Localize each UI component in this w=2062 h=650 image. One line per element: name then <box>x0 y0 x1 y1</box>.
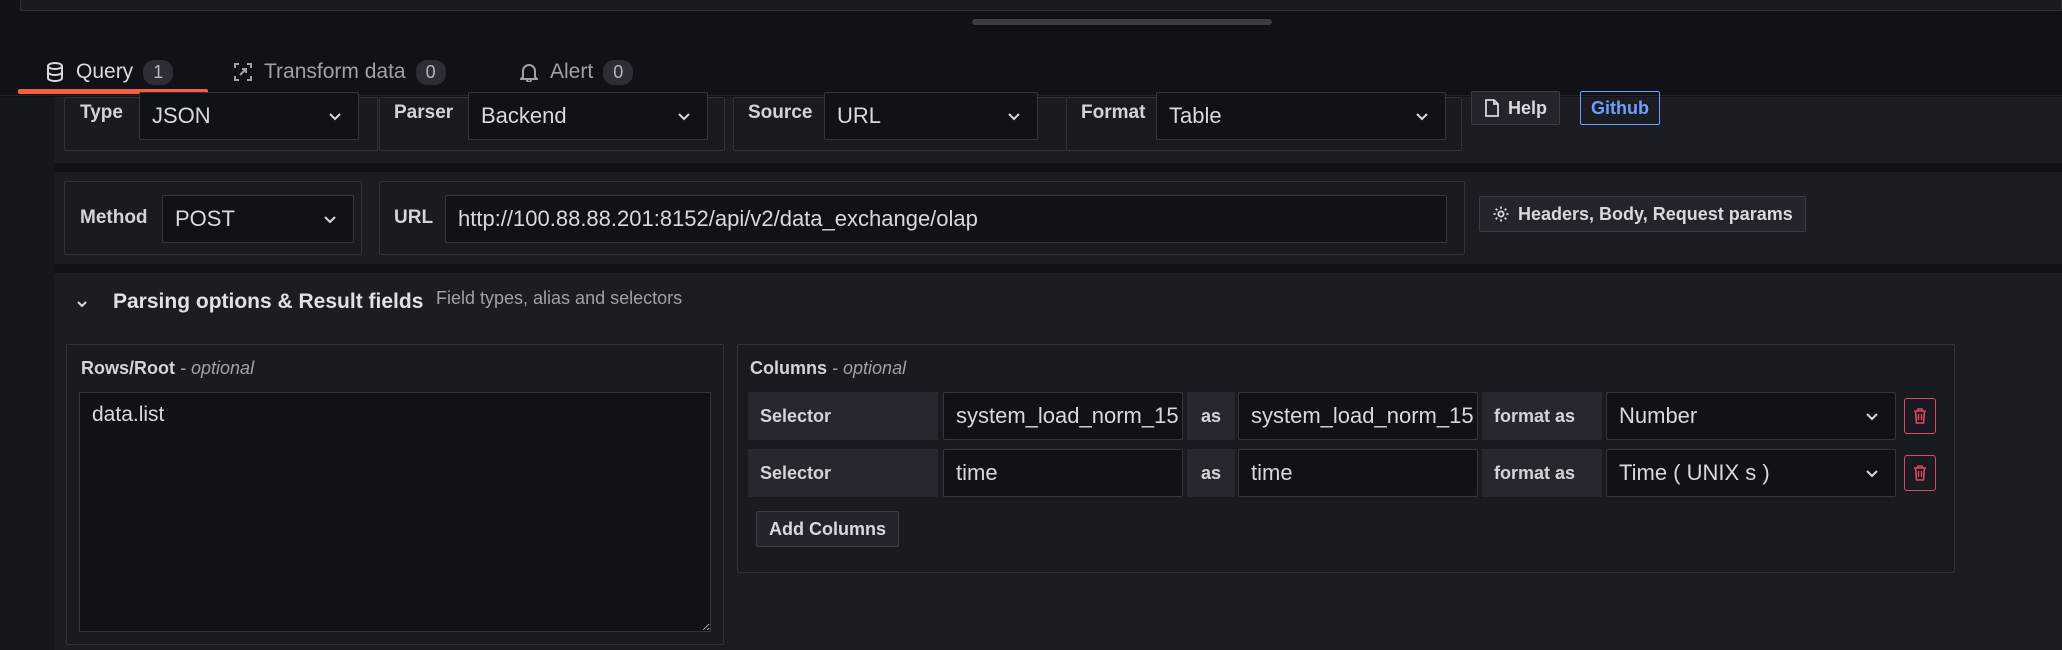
column-format-value: Time ( UNIX s ) <box>1619 460 1770 485</box>
tab-transform-label: Transform data <box>264 60 406 83</box>
type-label: Type <box>80 102 123 123</box>
alias-input[interactable]: system_load_norm_15 <box>1238 392 1478 440</box>
headers-body-params-button[interactable]: Headers, Body, Request params <box>1479 196 1806 232</box>
columns-label: Columns - optional <box>750 358 906 379</box>
gear-icon <box>1493 206 1509 222</box>
as-label: as <box>1187 392 1235 440</box>
type-select[interactable]: JSON <box>139 92 359 140</box>
document-icon <box>1485 99 1499 117</box>
database-icon <box>44 61 66 83</box>
rows-root-label: Rows/Root - optional <box>81 358 254 379</box>
chevron-down-icon <box>329 113 341 121</box>
help-button[interactable]: Help <box>1471 91 1561 125</box>
source-field: Source URL <box>733 92 1107 151</box>
request-row: Method POST URL http://100.88.88.201:815… <box>54 172 2062 264</box>
columns-label-text: Columns <box>750 358 828 378</box>
github-link-label: Github <box>1591 97 1649 118</box>
column-format-value: Number <box>1619 403 1698 428</box>
transform-icon <box>232 61 254 83</box>
format-label: Format <box>1081 102 1146 123</box>
chevron-down-icon <box>1866 413 1878 421</box>
add-columns-label: Add Columns <box>769 518 886 539</box>
method-label: Method <box>80 207 148 228</box>
delete-column-button[interactable] <box>1904 398 1936 434</box>
selector-label: Selector <box>748 449 938 497</box>
url-input-value: http://100.88.88.201:8152/api/v2/data_ex… <box>458 206 978 231</box>
headers-button-label: Headers, Body, Request params <box>1518 203 1793 224</box>
format-field: Format Table <box>1066 92 1462 151</box>
column-format-select[interactable]: Number <box>1606 392 1896 440</box>
trash-icon <box>1914 465 1926 481</box>
delete-column-button[interactable] <box>1904 455 1936 491</box>
optional-hint: - optional <box>832 358 907 378</box>
tab-transform-count: 0 <box>415 59 446 85</box>
selector-input[interactable]: time <box>943 449 1183 497</box>
type-select-value: JSON <box>152 103 211 128</box>
source-label: Source <box>748 102 813 123</box>
trash-icon <box>1914 408 1926 424</box>
url-label: URL <box>394 207 434 228</box>
url-input[interactable]: http://100.88.88.201:8152/api/v2/data_ex… <box>445 195 1447 243</box>
github-link[interactable]: Github <box>1580 91 1660 125</box>
help-button-label: Help <box>1508 97 1548 118</box>
selector-input-value: time <box>956 460 998 485</box>
tab-query-count: 1 <box>143 59 174 85</box>
chevron-down-icon <box>678 113 690 121</box>
parsing-options-section: Parsing options & Result fields Field ty… <box>54 273 2062 650</box>
parser-label: Parser <box>394 102 454 123</box>
resize-handle[interactable] <box>972 19 1272 25</box>
method-select-value: POST <box>175 206 235 231</box>
chevron-down-icon <box>1008 113 1020 121</box>
method-select[interactable]: POST <box>162 195 354 243</box>
column-format-select[interactable]: Time ( UNIX s ) <box>1606 449 1896 497</box>
tab-alert-label: Alert <box>550 60 594 83</box>
parser-select-value: Backend <box>481 103 567 128</box>
source-select[interactable]: URL <box>824 92 1038 140</box>
selector-input-value: system_load_norm_15 <box>956 403 1179 428</box>
left-gutter <box>0 97 54 650</box>
alias-input[interactable]: time <box>1238 449 1478 497</box>
chevron-down-icon <box>324 216 336 224</box>
tab-alert-count: 0 <box>603 59 634 85</box>
type-field: Type JSON <box>64 92 378 151</box>
chevron-down-icon[interactable] <box>74 296 90 312</box>
source-select-value: URL <box>837 103 882 128</box>
query-editor-tabs: Query 1 Transform data 0 Alert 0 <box>0 48 2062 96</box>
optional-hint: - optional <box>180 358 255 378</box>
rows-root-textarea[interactable] <box>79 392 711 632</box>
alias-input-value: time <box>1251 460 1293 485</box>
format-as-label: format as <box>1482 392 1602 440</box>
format-as-label: format as <box>1482 449 1602 497</box>
format-select-value: Table <box>1169 103 1222 128</box>
tab-query-label: Query <box>76 60 134 83</box>
selector-label: Selector <box>748 392 938 440</box>
method-field: Method POST <box>64 181 362 255</box>
as-label: as <box>1187 449 1235 497</box>
add-columns-button[interactable]: Add Columns <box>756 511 899 547</box>
parser-field: Parser Backend <box>379 92 725 151</box>
rows-root-field: Rows/Root - optional <box>66 344 724 645</box>
bell-icon <box>518 61 540 83</box>
selector-input[interactable]: system_load_norm_15 <box>943 392 1183 440</box>
parser-select[interactable]: Backend <box>468 92 708 140</box>
chevron-down-icon <box>1866 470 1878 478</box>
tab-transform-data[interactable]: Transform data 0 <box>232 48 446 96</box>
parsing-section-subtitle: Field types, alias and selectors <box>436 288 683 308</box>
url-field: URL http://100.88.88.201:8152/api/v2/dat… <box>379 181 1465 255</box>
tab-alert[interactable]: Alert 0 <box>518 48 634 96</box>
parsing-section-title[interactable]: Parsing options & Result fields <box>113 290 423 314</box>
format-select[interactable]: Table <box>1156 92 1446 140</box>
columns-field: Columns - optional Selector system_load_… <box>737 344 1955 573</box>
rows-root-label-text: Rows/Root <box>81 358 175 378</box>
query-type-row: Type JSON Parser Backend Source URL Form… <box>54 91 2062 163</box>
alias-input-value: system_load_norm_15 <box>1251 403 1474 428</box>
previous-panel-edge <box>20 0 2062 11</box>
chevron-down-icon <box>1416 113 1428 121</box>
